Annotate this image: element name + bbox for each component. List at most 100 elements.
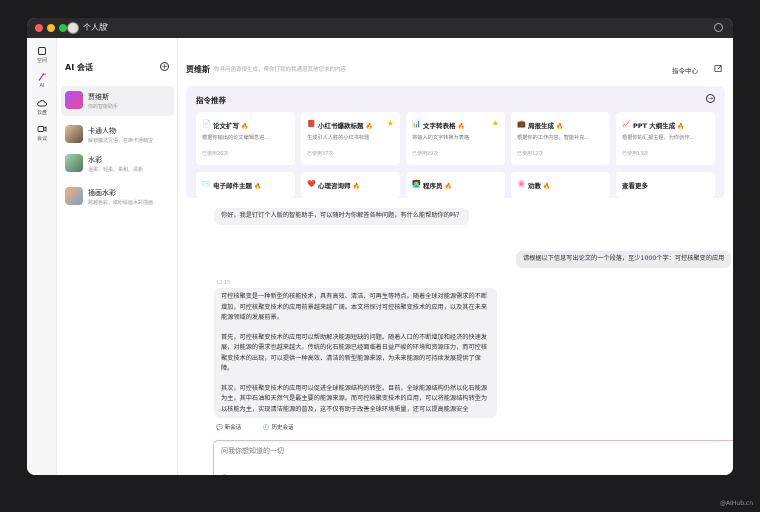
trend-chart-icon: 📈 (622, 120, 631, 128)
fire-icon: 🔥 (556, 123, 564, 130)
chat-input[interactable] (221, 447, 621, 455)
watermark: @AIHub.cn (720, 500, 754, 507)
card-desc: 根据你的汇报主题，为你创作... (622, 135, 695, 141)
card-desc: 根据你的工作内容，智能补充... (517, 135, 590, 141)
card-usage: 已使用29次 (412, 151, 439, 157)
rail-item-space[interactable]: 空间 (27, 46, 57, 64)
cartoon-avatar (65, 125, 83, 143)
minimize-window-button[interactable] (47, 24, 55, 32)
panel-title: 指令推荐 (196, 96, 226, 105)
app-window: 个人版 ▾ 空间 AI 云盘 会议 AI 会话 + 贾维斯 你的智能助手 卡通人… (27, 18, 733, 475)
conversation-item-watercolor[interactable]: 水彩 温柔、轻柔、柔和、清新 (61, 149, 174, 179)
conversation-desc: 解锁魔法咒语，召唤卡通萌宝 (88, 138, 154, 144)
video-icon (37, 126, 47, 132)
card-usage: 已使用26次 (202, 151, 229, 157)
star-icon[interactable]: ★ (492, 119, 499, 128)
document-icon: 📄 (202, 120, 211, 128)
command-recommend-panel: 指令推荐 → 📄 论文扩写 🔥 根据你输出的论文编辑息进... 已使用26次 📕 … (186, 86, 725, 198)
chart-icon: 📊 (412, 120, 421, 128)
reply-paragraph: 其次，可控核聚变技术的应用可以促进全球能源结构的转型。目前，全球能源结构仍然以化… (221, 384, 488, 413)
fire-icon: 🔥 (365, 123, 373, 130)
command-card[interactable]: ✉️ 电子邮件主题 🔥 (196, 172, 295, 198)
maximize-window-button[interactable] (59, 24, 67, 32)
star-icon[interactable]: ★ (387, 119, 394, 128)
rail-item-meeting[interactable]: 会议 (27, 124, 57, 142)
view-more-card[interactable]: 查看更多 (616, 172, 715, 198)
new-conversation-button[interactable]: + (160, 62, 169, 71)
conversation-name: 贾维斯 (88, 93, 109, 101)
card-title: 论文扩写 🔥 (213, 122, 249, 130)
message-timestamp: 12:15 (216, 280, 231, 286)
conversation-item-cartoon[interactable]: 卡通人物 解锁魔法咒语，召唤卡通萌宝 (61, 120, 174, 150)
rail-item-cloud[interactable]: 云盘 (27, 98, 57, 116)
command-card[interactable]: 📕 小红书爆款标题 🔥 ★ 生成引人人胜的小红书标题 已使用37次 (301, 112, 400, 165)
account-switcher-label[interactable]: 个人版 (83, 22, 107, 33)
close-window-button[interactable] (35, 24, 43, 32)
card-usage: 已使用13次 (622, 151, 649, 157)
command-card[interactable]: 📄 论文扩写 🔥 根据你输出的论文编辑息进... 已使用26次 (196, 112, 295, 165)
chat-title: 贾维斯 (186, 65, 210, 74)
rail-item-label: 空间 (36, 58, 47, 64)
view-more-label: 查看更多 (622, 182, 648, 190)
watercolor-avatar (65, 154, 83, 172)
chat-input-box[interactable] (213, 440, 733, 475)
card-title: 电子邮件主题 🔥 (213, 182, 262, 190)
user-message: 请根据以下信息写出论文的一个段落，至少1000个字：可控核聚变的应用 (516, 251, 732, 268)
user-avatar[interactable] (67, 22, 79, 34)
conversation-name: 插画水彩 (88, 189, 116, 197)
card-usage: 已使用37次 (307, 151, 334, 157)
new-chat-button[interactable]: 💬 新会话 (216, 425, 251, 431)
chevron-down-icon[interactable]: ▾ (105, 22, 108, 29)
edit-icon[interactable] (714, 64, 723, 73)
rail-item-label: AI (39, 83, 45, 89)
card-title: PPT 大纲生成 🔥 (633, 122, 685, 130)
conversation-sidebar: AI 会话 + 贾维斯 你的智能助手 卡通人物 解锁魔法咒语，召唤卡通萌宝 水彩… (57, 38, 178, 475)
flower-icon: 🌸 (517, 180, 526, 188)
square-icon (38, 47, 46, 55)
conversation-desc: 温柔、轻柔、柔和、清新 (88, 167, 144, 173)
card-usage: 已使用12次 (517, 151, 544, 157)
command-card[interactable]: ❤️ 心理咨询师 🔥 (301, 172, 400, 198)
assistant-greeting: 你好，我是钉钉个人版的智能助手，可以随时为你解答各种问题，有什么能帮助你的吗？ (214, 208, 470, 225)
rail-item-label: 云盘 (36, 110, 47, 116)
rail-item-ai[interactable]: AI (27, 72, 57, 89)
command-card[interactable]: 👨‍💻 程序员 🔥 (406, 172, 505, 198)
conversation-name: 水彩 (88, 156, 102, 164)
fire-icon: 🔥 (457, 123, 465, 130)
command-card[interactable]: 🌸 劝教 🔥 (511, 172, 610, 198)
card-title: 文字转表格 🔥 (423, 122, 465, 130)
rail-item-label: 会议 (36, 136, 47, 142)
lightbulb-icon[interactable] (220, 474, 229, 475)
command-card[interactable]: 📈 PPT 大纲生成 🔥 根据你的汇报主题，为你创作... 已使用13次 (616, 112, 715, 165)
arrow-right-icon[interactable]: → (706, 94, 715, 103)
fire-icon: 🔥 (352, 183, 360, 190)
sidebar-title: AI 会话 (65, 63, 93, 72)
illustration-avatar (65, 187, 83, 205)
conversation-name: 卡通人物 (88, 127, 116, 135)
nav-rail: 空间 AI 云盘 会议 (27, 38, 57, 475)
cloud-icon (37, 100, 47, 107)
status-circle-icon[interactable] (714, 23, 723, 32)
command-card[interactable]: 💼 周报生成 🔥 根据你的工作内容，智能补充... 已使用12次 (511, 112, 610, 165)
card-desc: 根据你输出的论文编辑息进... (202, 135, 270, 141)
history-button[interactable]: 🕘 历史会话 (263, 425, 304, 431)
command-center-button[interactable]: 指令中心 (672, 65, 698, 75)
card-desc: 将输入的文字转换为表格 (412, 135, 470, 141)
fire-icon: 🔥 (444, 183, 452, 190)
reply-paragraph: 首先，可控核聚变技术的应用可以帮助解决能源短缺的问题。随着人口的不断增加和经济的… (221, 333, 488, 373)
title-bar: 个人版 ▾ (27, 18, 733, 38)
chat-toolbar: 💬 新会话 🕘 历史会话 (216, 423, 314, 431)
conversation-item-jarvis[interactable]: 贾维斯 你的智能助手 (61, 86, 174, 116)
card-desc: 生成引人人胜的小红书标题 (307, 135, 370, 141)
fire-icon: 🔥 (241, 123, 249, 130)
conversation-item-illustration[interactable]: 插画水彩 跨越色彩，缤纷绘画水彩插画 (61, 182, 174, 212)
card-title: 心理咨询师 🔥 (318, 182, 360, 190)
card-title: 程序员 🔥 (423, 182, 452, 190)
book-icon: 📕 (307, 120, 316, 128)
heart-icon: ❤️ (307, 180, 316, 188)
fire-icon: 🔥 (677, 123, 685, 130)
briefcase-icon: 💼 (517, 120, 526, 128)
card-title: 劝教 🔥 (528, 182, 551, 190)
magic-wand-avatar-icon (65, 91, 83, 109)
command-card[interactable]: 📊 文字转表格 🔥 ★ 将输入的文字转换为表格 已使用29次 (406, 112, 505, 165)
